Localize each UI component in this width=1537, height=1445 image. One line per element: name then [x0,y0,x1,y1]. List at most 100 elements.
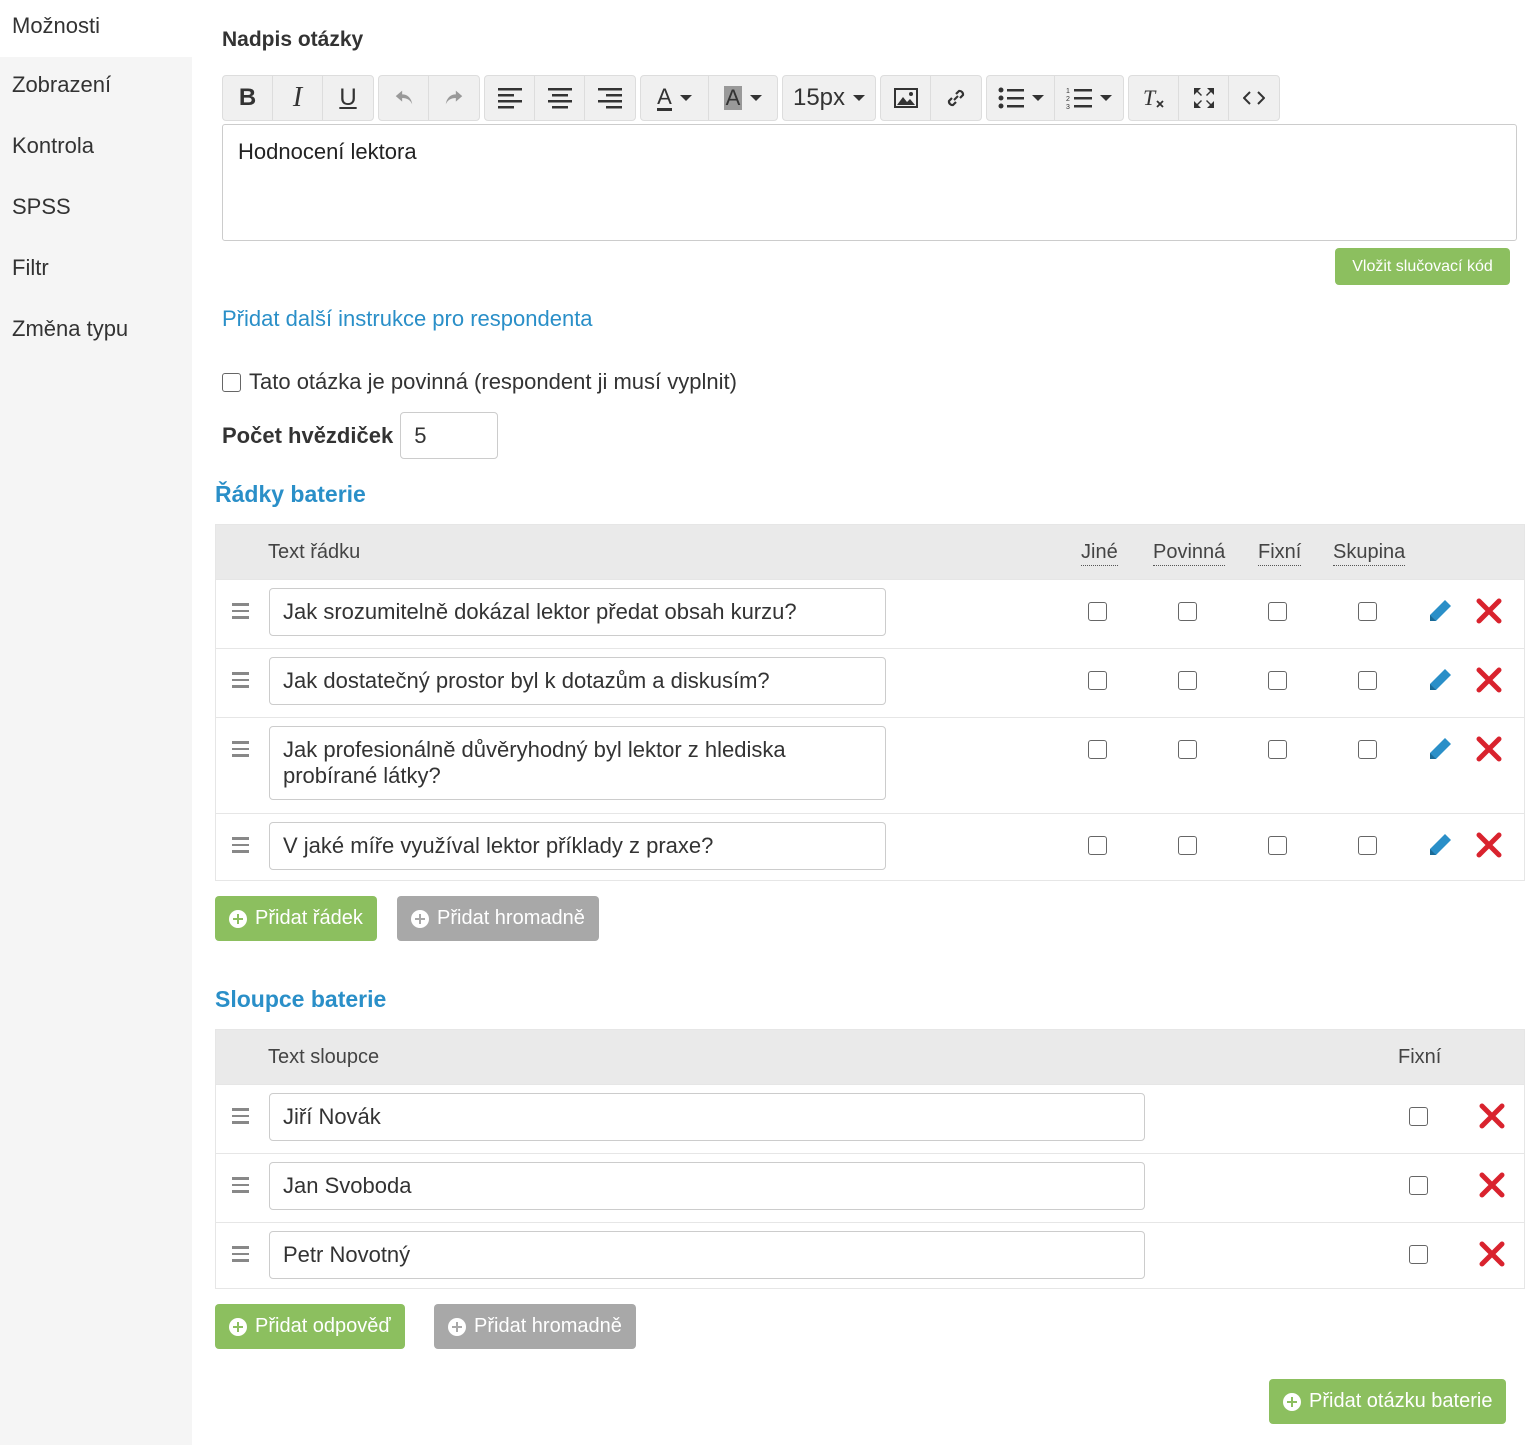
delete-x-icon[interactable] [1475,831,1503,859]
add-row-label: Přidat řádek [255,907,363,929]
rows-section-title: Řádky baterie [215,481,366,507]
drag-handle-icon[interactable] [232,837,249,857]
row-required-checkbox[interactable] [1178,836,1197,855]
insert-link-button[interactable] [931,76,981,120]
add-answer-button[interactable]: Přidat odpověď [215,1304,405,1349]
undo-button[interactable] [379,76,429,120]
drag-handle-icon[interactable] [232,1177,249,1197]
align-right-button[interactable] [585,76,635,120]
row-fixed-checkbox[interactable] [1268,740,1287,759]
underline-button[interactable]: U [323,76,373,120]
drag-handle-icon[interactable] [232,1108,249,1128]
row-text-input[interactable]: Jak srozumitelně dokázal lektor předat o… [269,588,886,636]
row-text-input[interactable]: Jak dostatečný prostor byl k dotazům a d… [269,657,886,705]
svg-text:3: 3 [1066,104,1070,110]
delete-x-icon[interactable] [1478,1102,1506,1130]
column-fixed-checkbox[interactable] [1409,1245,1428,1264]
header-group: Skupina [1333,541,1406,566]
header-fixed: Fixní [1258,541,1302,566]
insert-image-button[interactable] [881,76,931,120]
column-fixed-checkbox[interactable] [1409,1107,1428,1126]
row-other-checkbox[interactable] [1088,602,1107,621]
edit-pencil-icon[interactable] [1427,598,1453,624]
drag-handle-icon[interactable] [232,1246,249,1266]
drag-handle-icon[interactable] [232,603,249,623]
row-fixed-checkbox[interactable] [1268,836,1287,855]
bulk-add-columns-button[interactable]: Přidat hromadně [434,1304,636,1349]
drag-handle-icon[interactable] [232,741,249,761]
row-required-checkbox[interactable] [1178,671,1197,690]
add-battery-question-label: Přidat otázku baterie [1309,1390,1493,1412]
delete-x-icon[interactable] [1475,735,1503,763]
stars-count-input[interactable]: 5 [400,412,499,459]
sidebar-item-filtr[interactable]: Filtr [0,240,192,301]
column-fixed-checkbox[interactable] [1409,1176,1428,1195]
header-required: Povinná [1153,541,1226,566]
stars-row: Počet hvězdiček 5 [222,412,499,459]
toolbar-group-history [378,75,480,121]
delete-x-icon[interactable] [1478,1171,1506,1199]
sidebar-item-spss[interactable]: SPSS [0,179,192,240]
bulk-add-rows-button[interactable]: Přidat hromadně [397,896,599,941]
highlight-color-button[interactable]: A [709,76,777,120]
bold-button[interactable]: B [223,76,273,120]
toolbar-group-style: B I U [222,75,374,121]
row-group-checkbox[interactable] [1358,671,1377,690]
column-text-input[interactable]: Jan Svoboda [269,1162,1145,1210]
text-color-button[interactable]: A [641,76,709,120]
row-group-checkbox[interactable] [1358,836,1377,855]
row-other-checkbox[interactable] [1088,836,1107,855]
align-left-button[interactable] [485,76,535,120]
drag-handle-icon[interactable] [232,672,249,692]
italic-button[interactable]: I [273,76,323,120]
row-text-input[interactable]: V jaké míře využíval lektor příklady z p… [269,822,886,870]
sidebar-item-kontrola[interactable]: Kontrola [0,118,192,179]
text-color-icon: A [657,83,672,111]
row-other-checkbox[interactable] [1088,671,1107,690]
row-other-checkbox[interactable] [1088,740,1107,759]
add-answer-label: Přidat odpověď [255,1315,391,1337]
delete-x-icon[interactable] [1475,597,1503,625]
sidebar-item-zmena-typu[interactable]: Změna typu [0,301,192,362]
toolbar-group-font: 15px [782,75,876,121]
numbered-list-button[interactable]: 123 [1055,76,1123,120]
row-group-checkbox[interactable] [1358,602,1377,621]
edit-pencil-icon[interactable] [1427,832,1453,858]
sidebar-item-zobrazeni[interactable]: Zobrazení [0,57,192,118]
redo-button[interactable] [429,76,479,120]
delete-x-icon[interactable] [1478,1240,1506,1268]
column-text-input[interactable]: Jiří Novák [269,1093,1145,1141]
font-size-dropdown[interactable]: 15px [783,76,875,120]
add-row-button[interactable]: Přidat řádek [215,896,377,941]
add-instructions-link[interactable]: Přidat další instrukce pro respondenta [222,306,593,332]
insert-merge-code-button[interactable]: Vložit slučovací kód [1335,248,1510,285]
column-text-input[interactable]: Petr Novotný [269,1231,1145,1279]
bullet-list-button[interactable] [987,76,1055,120]
row-required-checkbox[interactable] [1178,740,1197,759]
align-center-button[interactable] [535,76,585,120]
row-fixed-checkbox[interactable] [1268,602,1287,621]
edit-pencil-icon[interactable] [1427,736,1453,762]
clear-format-icon: T [1143,85,1164,110]
table-row: Petr Novotný [216,1222,1524,1291]
add-battery-question-button[interactable]: Přidat otázku baterie [1269,1379,1507,1424]
code-view-button[interactable] [1229,76,1279,120]
row-group-checkbox[interactable] [1358,740,1377,759]
table-row: V jaké míře využíval lektor příklady z p… [216,813,1524,882]
redo-icon [445,90,463,105]
clear-format-button[interactable]: T [1129,76,1179,120]
svg-text:T: T [1143,85,1157,110]
edit-pencil-icon[interactable] [1427,667,1453,693]
question-heading-editor[interactable]: Hodnocení lektora [222,124,1517,241]
row-fixed-checkbox[interactable] [1268,671,1287,690]
fullscreen-button[interactable] [1179,76,1229,120]
delete-x-icon[interactable] [1475,666,1503,694]
required-checkbox[interactable] [222,372,241,392]
align-right-icon [598,88,622,109]
row-text-input[interactable]: Jak profesionálně důvěryhodný byl lektor… [269,726,886,800]
sidebar-item-moznosti[interactable]: Možnosti [0,0,192,57]
highlight-icon: A [723,85,743,110]
bulk-add-rows-label: Přidat hromadně [437,907,585,929]
header-column-fixed: Fixní [1398,1046,1442,1068]
row-required-checkbox[interactable] [1178,602,1197,621]
